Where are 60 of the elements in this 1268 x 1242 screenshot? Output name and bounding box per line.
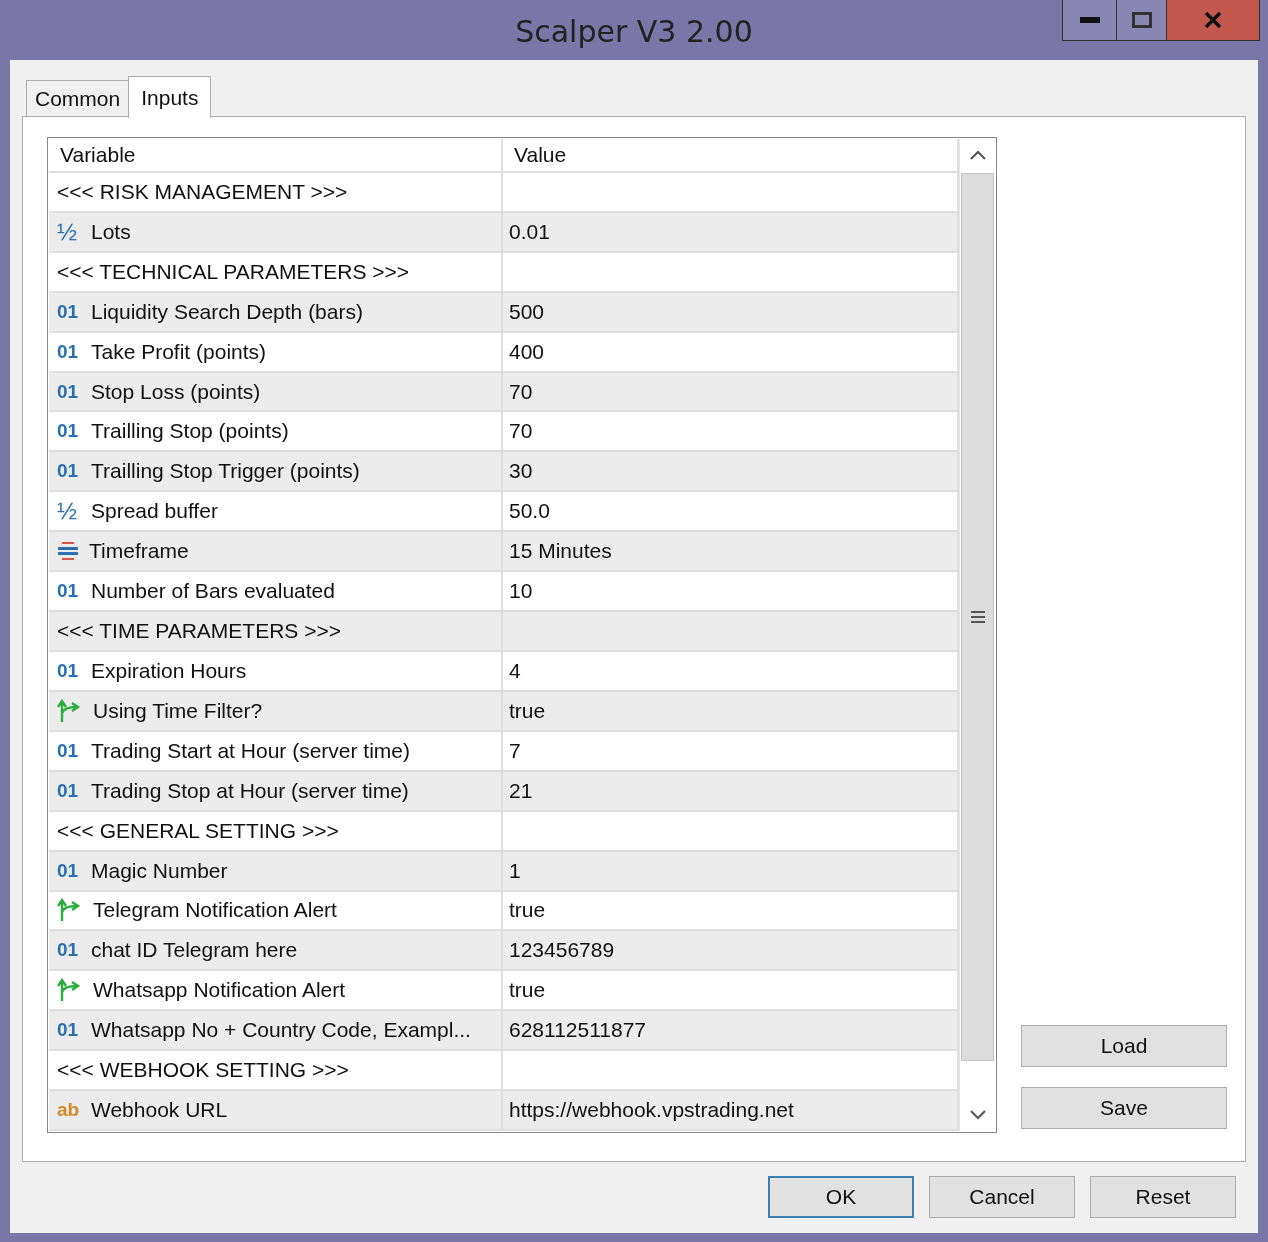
grip-icon xyxy=(970,610,985,624)
maximize-icon xyxy=(1131,12,1152,28)
column-header[interactable]: Value xyxy=(503,139,959,173)
variable-name: Stop Loss (points) xyxy=(91,379,261,404)
variable-name: Telegram Notification Alert xyxy=(93,898,337,923)
variable-name: Magic Number xyxy=(91,858,228,883)
section-label: <<< RISK MANAGEMENT >>> xyxy=(57,179,348,204)
number-type-icon: 01 xyxy=(57,340,81,363)
variable-name: Trading Stop at Hour (server time) xyxy=(91,778,409,803)
number-type-icon: 01 xyxy=(57,460,81,483)
variable-name: Take Profit (points) xyxy=(91,339,267,364)
variable-name: Spread buffer xyxy=(91,499,218,524)
variable-name: Webhook URL xyxy=(91,1098,228,1123)
variable-name: Lots xyxy=(91,219,131,244)
variable-name: Liquidity Search Depth (bars) xyxy=(91,299,363,324)
maximize-button[interactable] xyxy=(1117,0,1167,40)
dialog-button[interactable]: OK xyxy=(768,1176,914,1218)
variable-name: Number of Bars evaluated xyxy=(91,579,335,604)
number-type-icon: 01 xyxy=(57,859,81,882)
minimize-icon xyxy=(1079,17,1100,23)
variable-name: Trading Start at Hour (server time) xyxy=(91,738,410,763)
section-label: <<< TIME PARAMETERS >>> xyxy=(57,619,341,644)
number-type-icon: 01 xyxy=(57,300,81,323)
variable-name: Timeframe xyxy=(89,539,189,564)
variable-name: Using Time Filter? xyxy=(93,698,263,723)
side-button[interactable]: Load xyxy=(1021,1025,1227,1067)
section-label: <<< TECHNICAL PARAMETERS >>> xyxy=(57,259,410,284)
number-type-icon: 01 xyxy=(57,420,81,443)
number-type-icon: 01 xyxy=(57,659,81,682)
side-button[interactable]: Save xyxy=(1021,1087,1227,1129)
number-type-icon: 01 xyxy=(57,380,81,403)
minimize-button[interactable] xyxy=(1063,0,1117,40)
dialog-button[interactable]: Reset xyxy=(1090,1176,1236,1218)
close-button[interactable] xyxy=(1167,0,1259,40)
section-label: <<< WEBHOOK SETTING >>> xyxy=(57,1058,349,1083)
dialog-button[interactable]: Cancel xyxy=(929,1176,1075,1218)
variable-name: chat ID Telegram here xyxy=(91,938,298,963)
section-label: <<< GENERAL SETTING >>> xyxy=(57,818,339,843)
list-icon xyxy=(57,541,79,562)
number-type-icon: 01 xyxy=(57,1019,81,1042)
number-type-icon: 01 xyxy=(57,580,81,603)
close-icon xyxy=(1204,12,1222,28)
variable-name: Trailling Stop (points) xyxy=(91,419,289,444)
tab[interactable]: Inputs xyxy=(128,76,212,118)
variable-name: Expiration Hours xyxy=(91,658,247,683)
scrollbar[interactable] xyxy=(959,139,995,1131)
number-type-icon: 01 xyxy=(57,739,81,762)
variable-name: Whatsapp Notification Alert xyxy=(93,978,346,1003)
window-title: Scalper V3 2.00 xyxy=(515,12,753,49)
variable-name: Whatsapp No + Country Code, Exampl... xyxy=(91,1018,471,1043)
tab[interactable]: Common xyxy=(26,80,130,116)
number-type-icon: ½ xyxy=(57,217,81,246)
number-type-icon: 01 xyxy=(57,939,81,962)
number-type-icon: ½ xyxy=(57,497,81,526)
column-header[interactable]: Variable xyxy=(49,139,503,173)
variable-name: Trailling Stop Trigger (points) xyxy=(91,459,360,484)
number-type-icon: 01 xyxy=(57,779,81,802)
scrollbar-thumb[interactable] xyxy=(961,173,994,1061)
value-cell[interactable]: https://webhook.vpstrading.net xyxy=(503,1091,959,1132)
text-type-icon: ab xyxy=(57,1099,81,1122)
